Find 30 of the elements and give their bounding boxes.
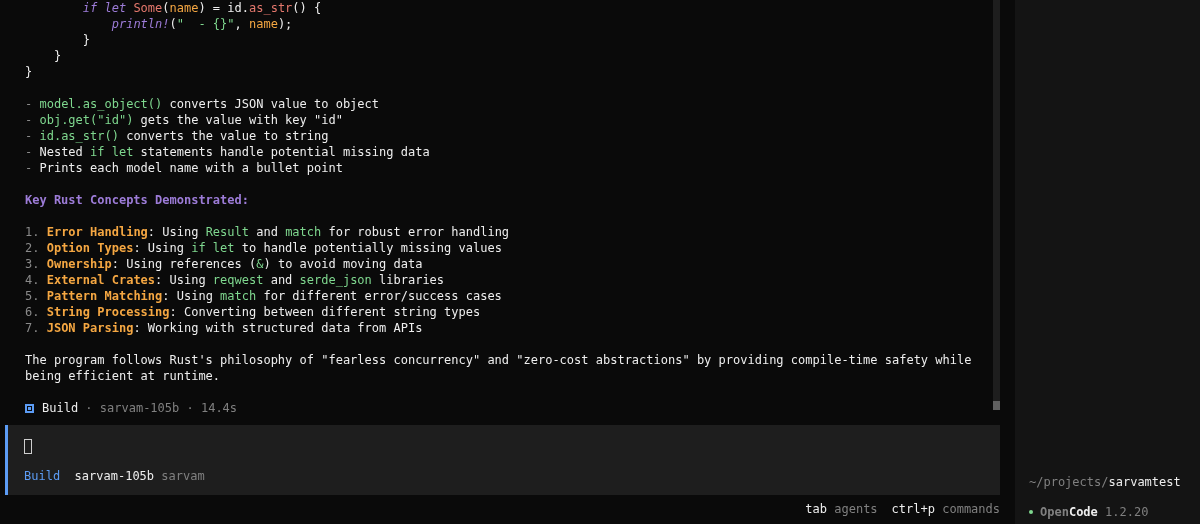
list-item: 7. JSON Parsing: Working with structured data from APIs [25,320,424,336]
code-line: } [52,48,63,64]
model-status: Build sarvam-105b sarvam [24,468,205,484]
project-path: ~/projects/sarvamtest [1029,474,1181,490]
bullet-item: - obj.get("id") gets the value with key "id" [25,112,344,128]
square-icon [25,403,34,413]
code-line: println!(" - {}", name); [110,16,294,32]
status-dot-icon [1029,510,1033,514]
shortcut-hint: tab agents [805,501,878,516]
bullet-item: - Nested if let statements handle potential missing data [25,144,431,160]
list-item: 5. Pattern Matching: Using match for different error/success cases [25,288,503,304]
list-item: 3. Ownership: Using references (&) to avoid moving data [25,256,424,272]
code-line: if let Some(name) = id.as_str() { [81,0,323,16]
shortcut-hint: ctrl+p commands [891,501,1000,516]
list-item: 2. Option Types: Using if let to handle potentially missing values [25,240,503,256]
list-item: 1. Error Handling: Using Result and match for robust error handling [25,224,511,240]
list-item: 6. String Processing: Converting between different string types [25,304,482,320]
list-item: 4. External Crates: Using reqwest and serde_json libraries [25,272,446,288]
bullet-item: - Prints each model name with a bullet point [25,160,344,176]
scrollbar[interactable] [993,0,1000,410]
prompt-input[interactable]: Build sarvam-105b sarvam [5,425,1000,495]
bullet-item: - model.as_object() converts JSON value to object [25,96,381,112]
app-version: OpenCode 1.2.20 [1040,504,1149,520]
code-line: } [81,32,92,48]
code-line: } [25,64,34,80]
build-status: Build · sarvam-105b · 14.4s [42,400,238,416]
paragraph: The program follows Rust's philosophy of "fearless concurrency" and "zero-cost abstractions" by providing compile-time safety while being efficient at runtime. [25,352,973,384]
bullet-item: - id.as_str() converts the value to string [25,128,330,144]
cursor-icon [24,439,32,454]
section-heading: Key Rust Concepts Demonstrated: [25,192,250,208]
